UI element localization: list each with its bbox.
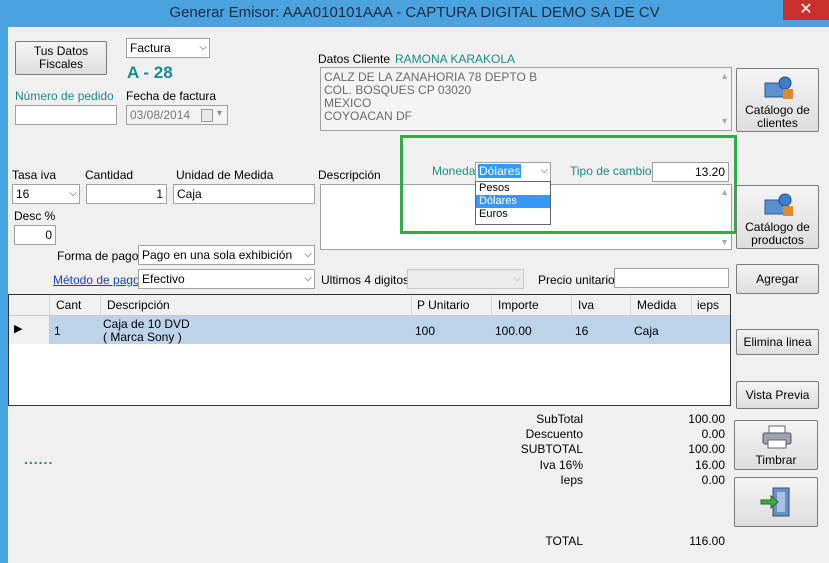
title-bar: Generar Emisor: AAA010101AAA - CAPTURA D…	[0, 0, 829, 26]
chevron-down-icon: ⌵	[304, 249, 312, 260]
folio-label: A - 28	[127, 63, 173, 82]
grand-total-value: 116.00	[689, 534, 725, 548]
highlight-box	[400, 135, 737, 234]
cell-cant: 1	[54, 324, 61, 338]
datos-cliente-label: Datos Cliente	[318, 52, 391, 66]
total-label: Iva 16%	[539, 458, 583, 472]
cell-punitario: 100	[415, 324, 436, 338]
cantidad-label: Cantidad	[85, 168, 134, 182]
catalogo-productos-button[interactable]: Catálogo de productos	[736, 185, 819, 249]
column-header: Descripción	[107, 298, 170, 312]
precio-unitario-input[interactable]	[614, 268, 729, 288]
column-header: Iva	[578, 298, 595, 312]
users-catalog-icon	[764, 76, 793, 99]
catalogo-clientes-button[interactable]: Catálogo de clientes	[736, 68, 819, 132]
column-header: Medida	[637, 298, 677, 312]
progress-indicator: ......	[24, 451, 54, 467]
precio-unitario-label: Precio unitario	[538, 273, 615, 287]
elimina-linea-button[interactable]: Elimina linea	[736, 329, 819, 355]
total-label: SubTotal	[536, 412, 583, 426]
scroll-down-icon[interactable]: ▼	[720, 115, 729, 128]
desc-percent-input[interactable]: 0	[14, 225, 56, 245]
chevron-down-icon[interactable]: ▾	[217, 108, 222, 119]
scroll-up-icon[interactable]: ▲	[720, 70, 729, 83]
address-line: COL. BOSQUES CP 03020	[324, 83, 472, 97]
chevron-down-icon: ⌵	[199, 42, 207, 53]
table-header: Cant Descripción P Unitario Importe Iva …	[9, 295, 730, 316]
tasa-iva-label: Tasa iva	[12, 168, 57, 182]
exit-door-icon	[760, 487, 790, 517]
tasa-iva-value: 16	[16, 187, 30, 201]
total-value: 16.00	[694, 458, 725, 472]
forma-pago-label: Forma de pago	[57, 249, 139, 263]
button-label-line2: clientes	[757, 116, 798, 130]
fecha-value: 03/08/2014	[130, 108, 191, 122]
document-type-select[interactable]: Factura ⌵	[126, 38, 210, 58]
close-icon[interactable]: ✕	[783, 0, 829, 20]
tus-datos-fiscales-button[interactable]: Tus Datos Fiscales	[15, 41, 107, 75]
cell-iva: 16	[575, 324, 589, 338]
unidad-label: Unidad de Medida	[176, 168, 274, 182]
salir-button[interactable]	[734, 477, 818, 527]
column-header: Cant	[56, 298, 82, 312]
button-label-line2: Fiscales	[38, 57, 83, 71]
total-label: Descuento	[525, 427, 583, 441]
cliente-name: RAMONA KARAKOLA	[395, 52, 516, 66]
cantidad-input[interactable]: 1	[86, 184, 167, 204]
column-header: Importe	[498, 298, 539, 312]
total-label: SUBTOTAL	[520, 442, 583, 456]
column-header: ieps	[697, 298, 720, 312]
ultimos-digitos-select[interactable]: ⌵	[407, 269, 524, 289]
fecha-input[interactable]: 03/08/2014 ▾	[126, 105, 228, 125]
column-header: P Unitario	[417, 298, 470, 312]
total-value: 100.00	[688, 442, 725, 456]
chevron-down-icon: ⌵	[304, 273, 312, 284]
cell-descripcion: Caja de 10 DVD	[103, 317, 190, 331]
printer-icon	[762, 425, 792, 449]
descripcion-label: Descripción	[318, 168, 381, 182]
chevron-down-icon: ⌵	[513, 273, 521, 284]
form-body: Tus Datos Fiscales Factura ⌵ A - 28 Núme…	[8, 27, 829, 563]
button-label: Timbrar	[755, 453, 797, 467]
scroll-down-icon[interactable]: ▼	[720, 237, 729, 247]
desc-percent-label: Desc %	[14, 209, 56, 223]
total-label: Ieps	[560, 473, 583, 487]
metodo-pago-select[interactable]: Efectivo ⌵	[138, 269, 315, 289]
cell-medida: Caja	[634, 324, 659, 338]
chevron-down-icon: ⌵	[69, 188, 77, 199]
grand-total-label: TOTAL	[545, 534, 583, 548]
cliente-address-box[interactable]: CALZ DE LA ZANAHORIA 78 DEPTO B COL. BOS…	[320, 67, 732, 131]
forma-pago-select[interactable]: Pago en una sola exhibición ⌵	[138, 245, 315, 265]
pedido-label: Número de pedido	[15, 89, 114, 103]
row-header[interactable]: ▶	[9, 316, 50, 344]
main-window: Generar Emisor: AAA010101AAA - CAPTURA D…	[0, 0, 829, 563]
unidad-input[interactable]: Caja	[173, 184, 315, 204]
ultimos-digitos-label: Ultimos 4 digitos	[321, 273, 410, 287]
cell-descripcion-line2: ( Marca Sony )	[103, 330, 182, 344]
button-label-line2: productos	[751, 233, 804, 247]
table-row[interactable]: ▶ 1 Caja de 10 DVD ( Marca Sony ) 100 10…	[9, 316, 730, 344]
address-line: COYOACAN DF	[324, 109, 413, 123]
timbrar-button[interactable]: Timbrar	[734, 420, 818, 470]
items-table[interactable]: Cant Descripción P Unitario Importe Iva …	[8, 294, 731, 406]
window-title: Generar Emisor: AAA010101AAA - CAPTURA D…	[169, 4, 660, 21]
metodo-pago-link[interactable]: Método de pago	[53, 273, 140, 287]
fecha-label: Fecha de factura	[126, 89, 217, 103]
products-catalog-icon	[764, 193, 793, 216]
total-value: 0.00	[701, 427, 725, 441]
tasa-iva-select[interactable]: 16 ⌵	[12, 184, 80, 204]
row-selector-icon: ▶	[14, 323, 23, 335]
calendar-icon[interactable]	[201, 109, 213, 122]
total-value: 0.00	[701, 473, 725, 487]
vista-previa-button[interactable]: Vista Previa	[736, 381, 819, 409]
agregar-button[interactable]: Agregar	[736, 264, 819, 294]
document-type-value: Factura	[130, 41, 171, 55]
total-value: 100.00	[688, 412, 725, 426]
metodo-pago-value: Efectivo	[142, 272, 185, 286]
cell-importe: 100.00	[495, 324, 532, 338]
forma-pago-value: Pago en una sola exhibición	[142, 248, 293, 262]
pedido-input[interactable]	[15, 105, 117, 125]
